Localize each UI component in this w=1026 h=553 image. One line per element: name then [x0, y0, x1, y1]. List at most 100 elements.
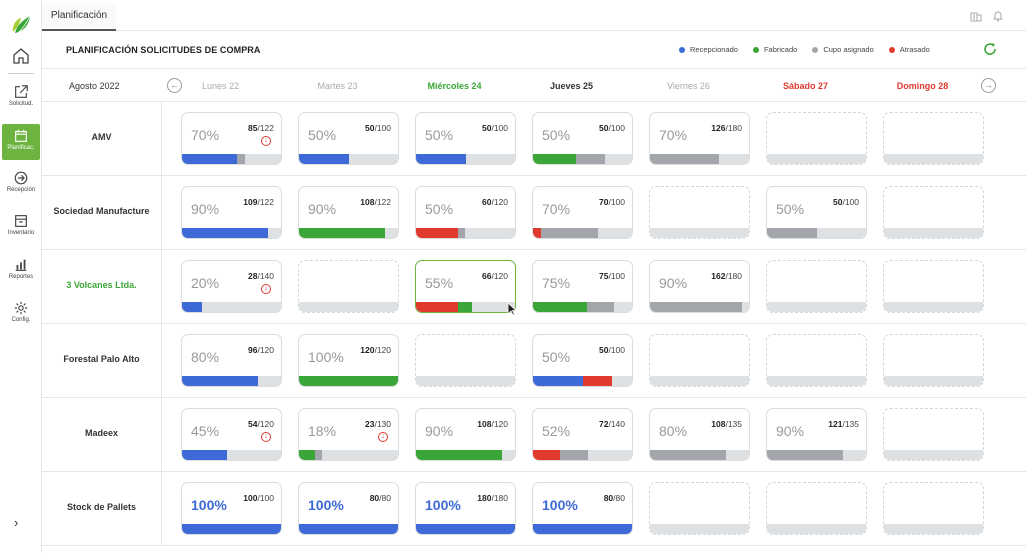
- supplier-name[interactable]: 3 Volcanes Ltda.: [42, 250, 162, 323]
- progress-bar: [299, 154, 398, 164]
- quantity: 108/122: [360, 197, 391, 207]
- order-card[interactable]: 70% 126/180: [649, 112, 750, 165]
- order-card[interactable]: 75% 75/100: [532, 260, 633, 313]
- order-card[interactable]: 100% 180/180: [415, 482, 516, 535]
- alert-icon[interactable]: ↓: [261, 284, 271, 294]
- percentage: 50%: [542, 349, 571, 365]
- progress-segment-blue: [299, 154, 349, 164]
- order-card[interactable]: 90% 121/135: [766, 408, 867, 461]
- progress-bar: [299, 524, 398, 534]
- progress-bar: [767, 376, 866, 386]
- order-card[interactable]: 90% 108/122: [298, 186, 399, 239]
- order-card[interactable]: 100% 120/120: [298, 334, 399, 387]
- nav-label: Reportes: [8, 274, 34, 280]
- bell-icon[interactable]: [992, 10, 1004, 22]
- nav-label: Config.: [11, 317, 31, 323]
- tab-planificacion[interactable]: Planificación: [42, 3, 116, 31]
- empty-slot-card[interactable]: [766, 260, 867, 313]
- alert-icon[interactable]: ↓: [261, 432, 271, 442]
- next-week-arrow-icon[interactable]: →: [981, 78, 996, 93]
- grid-row: AMV 70% 85/122 ↓ 50% 50/100 50% 50/100 50% 50/100…: [42, 102, 1026, 176]
- progress-bar: [650, 228, 749, 238]
- empty-slot-card[interactable]: [883, 334, 984, 387]
- progress-segment-blue: [182, 376, 259, 386]
- progress-segment-blue: [182, 154, 238, 164]
- percentage: 90%: [776, 423, 805, 439]
- order-card[interactable]: 80% 108/135: [649, 408, 750, 461]
- empty-slot-card[interactable]: [766, 112, 867, 165]
- progress-bar: [533, 154, 632, 164]
- building-icon[interactable]: [970, 10, 982, 22]
- grid-row: Madeex 45% 54/120 ↓ 18% 23/130 ↓ 90% 108/120 52% 7…: [42, 398, 1026, 472]
- order-card[interactable]: 50% 50/100: [298, 112, 399, 165]
- legend-dot: [679, 46, 685, 53]
- progress-bar: [650, 302, 749, 312]
- grid-row: Forestal Palo Alto 80% 96/120 100% 120/120 50…: [42, 324, 1026, 398]
- order-card[interactable]: 45% 54/120 ↓: [181, 408, 282, 461]
- empty-slot-card[interactable]: [883, 482, 984, 535]
- empty-slot-card[interactable]: [415, 334, 516, 387]
- order-card[interactable]: 90% 109/122: [181, 186, 282, 239]
- empty-slot-card[interactable]: [883, 260, 984, 313]
- order-card[interactable]: 50% 50/100: [415, 112, 516, 165]
- quantity: 100/100: [243, 493, 274, 503]
- order-card[interactable]: 50% 50/100: [532, 334, 633, 387]
- order-card[interactable]: 50% 60/120: [415, 186, 516, 239]
- quantity: 180/180: [477, 493, 508, 503]
- empty-slot-card[interactable]: [766, 334, 867, 387]
- empty-slot-card[interactable]: [883, 186, 984, 239]
- progress-bar: [884, 450, 983, 460]
- order-card[interactable]: 90% 108/120: [415, 408, 516, 461]
- order-card[interactable]: 52% 72/140: [532, 408, 633, 461]
- nav-planificac[interactable]: Planificac.: [2, 124, 40, 160]
- progress-bar: [767, 302, 866, 312]
- nav-inventario[interactable]: Inventario: [2, 213, 40, 236]
- order-card[interactable]: 100% 80/80: [532, 482, 633, 535]
- alert-icon[interactable]: ↓: [261, 136, 271, 146]
- order-card[interactable]: 20% 28/140 ↓: [181, 260, 282, 313]
- progress-segment-green: [299, 450, 315, 460]
- order-card[interactable]: 100% 100/100: [181, 482, 282, 535]
- empty-slot-card[interactable]: [883, 408, 984, 461]
- legend-dot: [888, 46, 895, 53]
- progress-bar: [182, 524, 281, 534]
- page-header: PLANIFICACIÓN SOLICITUDES DE COMPRA Rece…: [42, 31, 1026, 69]
- supplier-name[interactable]: Stock de Pallets: [42, 472, 162, 545]
- expand-sidebar-chevron-icon[interactable]: ›: [14, 515, 18, 530]
- nav-home[interactable]: [2, 47, 40, 65]
- order-card[interactable]: 50% 50/100: [532, 112, 633, 165]
- order-card[interactable]: 90% 162/180: [649, 260, 750, 313]
- percentage: 50%: [308, 127, 337, 143]
- quantity: 75/100: [598, 271, 625, 281]
- progress-segment-red: [416, 302, 458, 312]
- supplier-name[interactable]: AMV: [42, 102, 162, 175]
- empty-slot-card[interactable]: [649, 334, 750, 387]
- quantity: 50/100: [598, 345, 625, 355]
- percentage: 18%: [308, 423, 337, 439]
- supplier-name[interactable]: Sociedad Manufacture: [42, 176, 162, 249]
- nav-solicitud[interactable]: Solicitud.: [2, 84, 40, 107]
- supplier-name[interactable]: Forestal Palo Alto: [42, 324, 162, 397]
- progress-segment-blue: [182, 228, 269, 238]
- empty-slot-card[interactable]: [649, 186, 750, 239]
- order-card[interactable]: 80% 96/120: [181, 334, 282, 387]
- order-card[interactable]: 18% 23/130 ↓: [298, 408, 399, 461]
- nav-recepción[interactable]: Recepción: [2, 170, 40, 193]
- order-card[interactable]: 55% 66/120: [415, 260, 516, 313]
- nav-reportes[interactable]: Reportes: [2, 257, 40, 280]
- order-card[interactable]: 100% 80/80: [298, 482, 399, 535]
- order-card[interactable]: 70% 70/100: [532, 186, 633, 239]
- supplier-name[interactable]: Madeex: [42, 398, 162, 471]
- empty-slot-card[interactable]: [883, 112, 984, 165]
- progress-bar: [884, 302, 983, 312]
- empty-slot-card[interactable]: [766, 482, 867, 535]
- percentage: 55%: [425, 275, 454, 291]
- order-card[interactable]: 50% 50/100: [766, 186, 867, 239]
- order-card[interactable]: 70% 85/122 ↓: [181, 112, 282, 165]
- empty-slot-card[interactable]: [649, 482, 750, 535]
- quantity: 80/80: [369, 493, 391, 503]
- alert-icon[interactable]: ↓: [378, 432, 388, 442]
- refresh-icon[interactable]: [982, 41, 998, 57]
- nav-config[interactable]: Config.: [2, 300, 40, 323]
- empty-slot-card[interactable]: [298, 260, 399, 313]
